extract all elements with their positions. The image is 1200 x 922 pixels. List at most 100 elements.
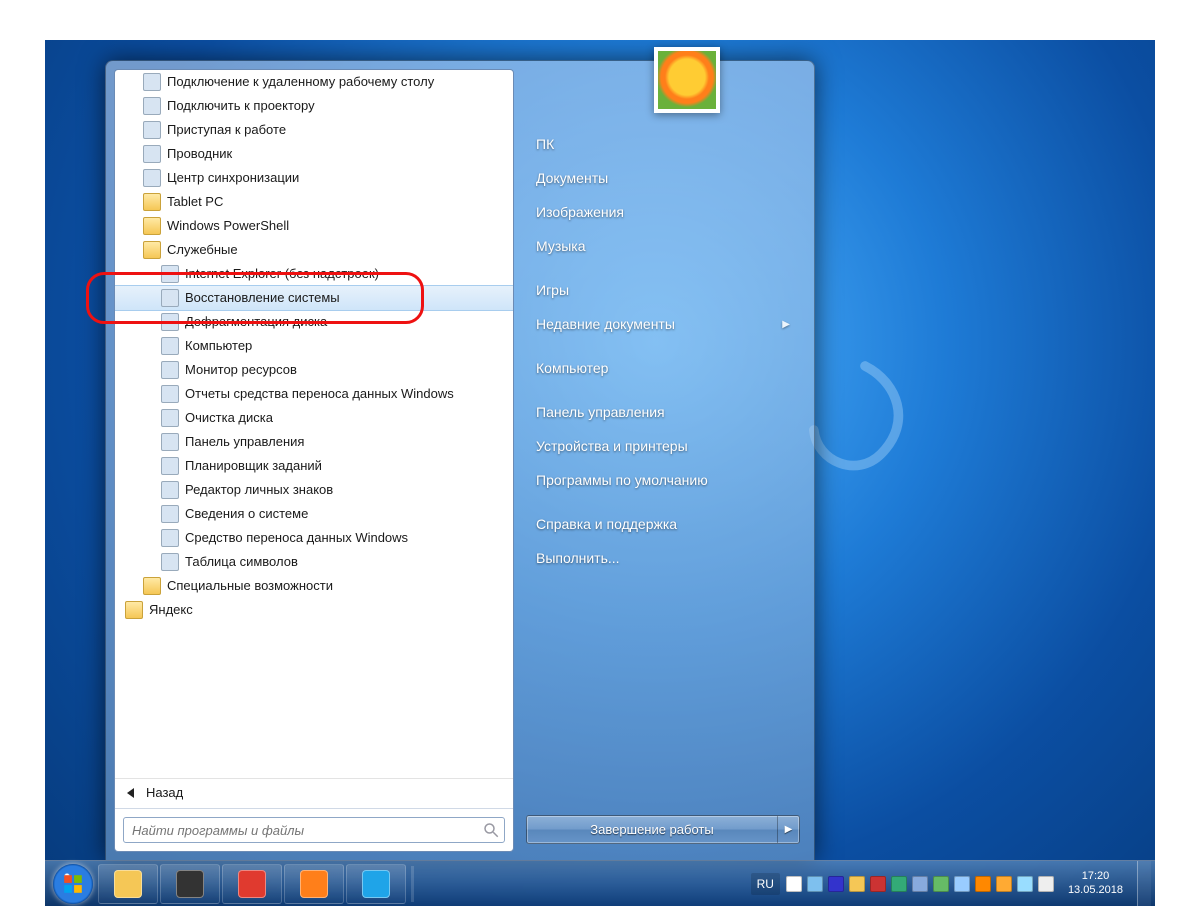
skype-tray-icon[interactable] xyxy=(828,876,844,892)
program-item-label: Яндекс xyxy=(149,602,193,618)
floppy-icon[interactable] xyxy=(891,876,907,892)
easy-transfer-icon xyxy=(161,529,179,547)
back-label: Назад xyxy=(146,785,183,800)
projector-icon xyxy=(143,97,161,115)
program-item-label: Монитор ресурсов xyxy=(185,362,297,378)
taskbar: RU 17:20 13.05.2018 xyxy=(45,860,1155,906)
shield-icon[interactable] xyxy=(975,876,991,892)
program-item-ie-icon[interactable]: Internet Explorer (без надстроек) xyxy=(115,262,513,286)
right-panel-spacer xyxy=(526,497,800,507)
taskbar-app-skype[interactable] xyxy=(346,864,406,904)
right-item-label: Недавние документы xyxy=(536,316,675,332)
folder-icon xyxy=(143,241,161,259)
program-item-label: Центр синхронизации xyxy=(167,170,299,186)
program-item-resource-monitor-icon[interactable]: Монитор ресурсов xyxy=(115,358,513,382)
system-restore-icon xyxy=(161,289,179,307)
program-item-easy-transfer-reports-icon[interactable]: Отчеты средства переноса данных Windows xyxy=(115,382,513,406)
av-icon[interactable] xyxy=(996,876,1012,892)
program-item-label: Windows PowerShell xyxy=(167,218,289,234)
back-button[interactable]: Назад xyxy=(115,778,513,808)
frame-left xyxy=(0,0,45,922)
headset-icon[interactable] xyxy=(807,876,823,892)
program-item-folder-icon[interactable]: Windows PowerShell xyxy=(115,214,513,238)
volume-icon[interactable] xyxy=(1038,876,1054,892)
right-item-games[interactable]: Игры xyxy=(526,273,800,307)
right-item-music[interactable]: Музыка xyxy=(526,229,800,263)
program-item-charmap-icon[interactable]: Таблица символов xyxy=(115,550,513,574)
program-item-easy-transfer-icon[interactable]: Средство переноса данных Windows xyxy=(115,526,513,550)
program-item-folder-icon[interactable]: Служебные xyxy=(115,238,513,262)
flower-avatar-icon xyxy=(658,51,716,109)
right-item-default-programs[interactable]: Программы по умолчанию xyxy=(526,463,800,497)
program-item-folder-icon[interactable]: Tablet PC xyxy=(115,190,513,214)
right-panel-spacer xyxy=(526,341,800,351)
getting-started-icon xyxy=(143,121,161,139)
explorer-icon xyxy=(114,870,142,898)
program-item-folder-icon[interactable]: Специальные возможности xyxy=(115,574,513,598)
program-item-system-info-icon[interactable]: Сведения о системе xyxy=(115,502,513,526)
chevron-right-icon: ▶ xyxy=(785,824,793,835)
right-item-documents[interactable]: Документы xyxy=(526,161,800,195)
right-item-computer[interactable]: Компьютер xyxy=(526,351,800,385)
program-item-rdp-icon[interactable]: Подключение к удаленному рабочему столу xyxy=(115,70,513,94)
program-item-label: Tablet PC xyxy=(167,194,223,210)
frame-bottom xyxy=(0,906,1200,922)
user-account-picture[interactable] xyxy=(654,47,720,113)
chart-icon[interactable] xyxy=(912,876,928,892)
flag-icon[interactable] xyxy=(849,876,865,892)
taskbar-app-explorer[interactable] xyxy=(98,864,158,904)
program-item-projector-icon[interactable]: Подключить к проектору xyxy=(115,94,513,118)
network-wifi-icon[interactable] xyxy=(1017,876,1033,892)
program-item-task-scheduler-icon[interactable]: Планировщик заданий xyxy=(115,454,513,478)
taskbar-app-opera[interactable] xyxy=(222,864,282,904)
program-item-computer-icon[interactable]: Компьютер xyxy=(115,334,513,358)
shutdown-split-button[interactable]: ▶ xyxy=(777,816,799,843)
java-icon[interactable] xyxy=(870,876,886,892)
program-item-label: Панель управления xyxy=(185,434,304,450)
right-item-run[interactable]: Выполнить... xyxy=(526,541,800,575)
right-item-help-support[interactable]: Справка и поддержка xyxy=(526,507,800,541)
right-item-pictures[interactable]: Изображения xyxy=(526,195,800,229)
right-item-label: Игры xyxy=(536,282,569,298)
shutdown-button[interactable]: Завершение работы ▶ xyxy=(526,815,800,844)
taskbar-app-panda-app[interactable] xyxy=(160,864,220,904)
program-item-private-char-editor-icon[interactable]: Редактор личных знаков xyxy=(115,478,513,502)
search-box[interactable] xyxy=(123,817,505,843)
back-arrow-icon xyxy=(127,788,134,798)
program-item-label: Таблица символов xyxy=(185,554,298,570)
right-item-recent-documents[interactable]: Недавние документы▶ xyxy=(526,307,800,341)
show-desktop-button[interactable] xyxy=(1137,861,1151,907)
program-item-sync-center-icon[interactable]: Центр синхронизации xyxy=(115,166,513,190)
program-item-defrag-icon[interactable]: Дефрагментация диска xyxy=(115,310,513,334)
program-item-system-restore-icon[interactable]: Восстановление системы xyxy=(115,285,513,311)
program-item-disk-cleanup-icon[interactable]: Очистка диска xyxy=(115,406,513,430)
taskbar-app-firefox[interactable] xyxy=(284,864,344,904)
right-item-label: Компьютер xyxy=(536,360,608,376)
signal-icon[interactable] xyxy=(933,876,949,892)
all-programs-list[interactable]: Подключение к удаленному рабочему столу П… xyxy=(115,70,513,778)
program-item-folder-icon[interactable]: Яндекс xyxy=(115,598,513,622)
firefox-icon xyxy=(300,870,328,898)
explorer-icon xyxy=(143,145,161,163)
taskbar-clock[interactable]: 17:20 13.05.2018 xyxy=(1060,870,1131,896)
right-item-devices-printers[interactable]: Устройства и принтеры xyxy=(526,429,800,463)
right-item-user-folder[interactable]: ПК xyxy=(526,127,800,161)
monitor-icon[interactable] xyxy=(954,876,970,892)
start-button[interactable] xyxy=(49,861,97,907)
tray-icons xyxy=(786,876,1054,892)
right-item-control-panel[interactable]: Панель управления xyxy=(526,395,800,429)
language-indicator[interactable]: RU xyxy=(751,873,780,895)
show-hidden-icon[interactable] xyxy=(786,876,802,892)
screenshot-stage: Подключение к удаленному рабочему столу П… xyxy=(45,40,1155,906)
program-item-getting-started-icon[interactable]: Приступая к работе xyxy=(115,118,513,142)
program-item-explorer-icon[interactable]: Проводник xyxy=(115,142,513,166)
search-input[interactable] xyxy=(132,823,482,838)
program-item-label: Internet Explorer (без надстроек) xyxy=(185,266,379,282)
frame-top xyxy=(0,0,1200,40)
opera-icon xyxy=(238,870,266,898)
folder-icon xyxy=(125,601,143,619)
program-item-label: Отчеты средства переноса данных Windows xyxy=(185,386,454,402)
program-item-label: Подключить к проектору xyxy=(167,98,315,114)
resource-monitor-icon xyxy=(161,361,179,379)
program-item-control-panel-icon[interactable]: Панель управления xyxy=(115,430,513,454)
